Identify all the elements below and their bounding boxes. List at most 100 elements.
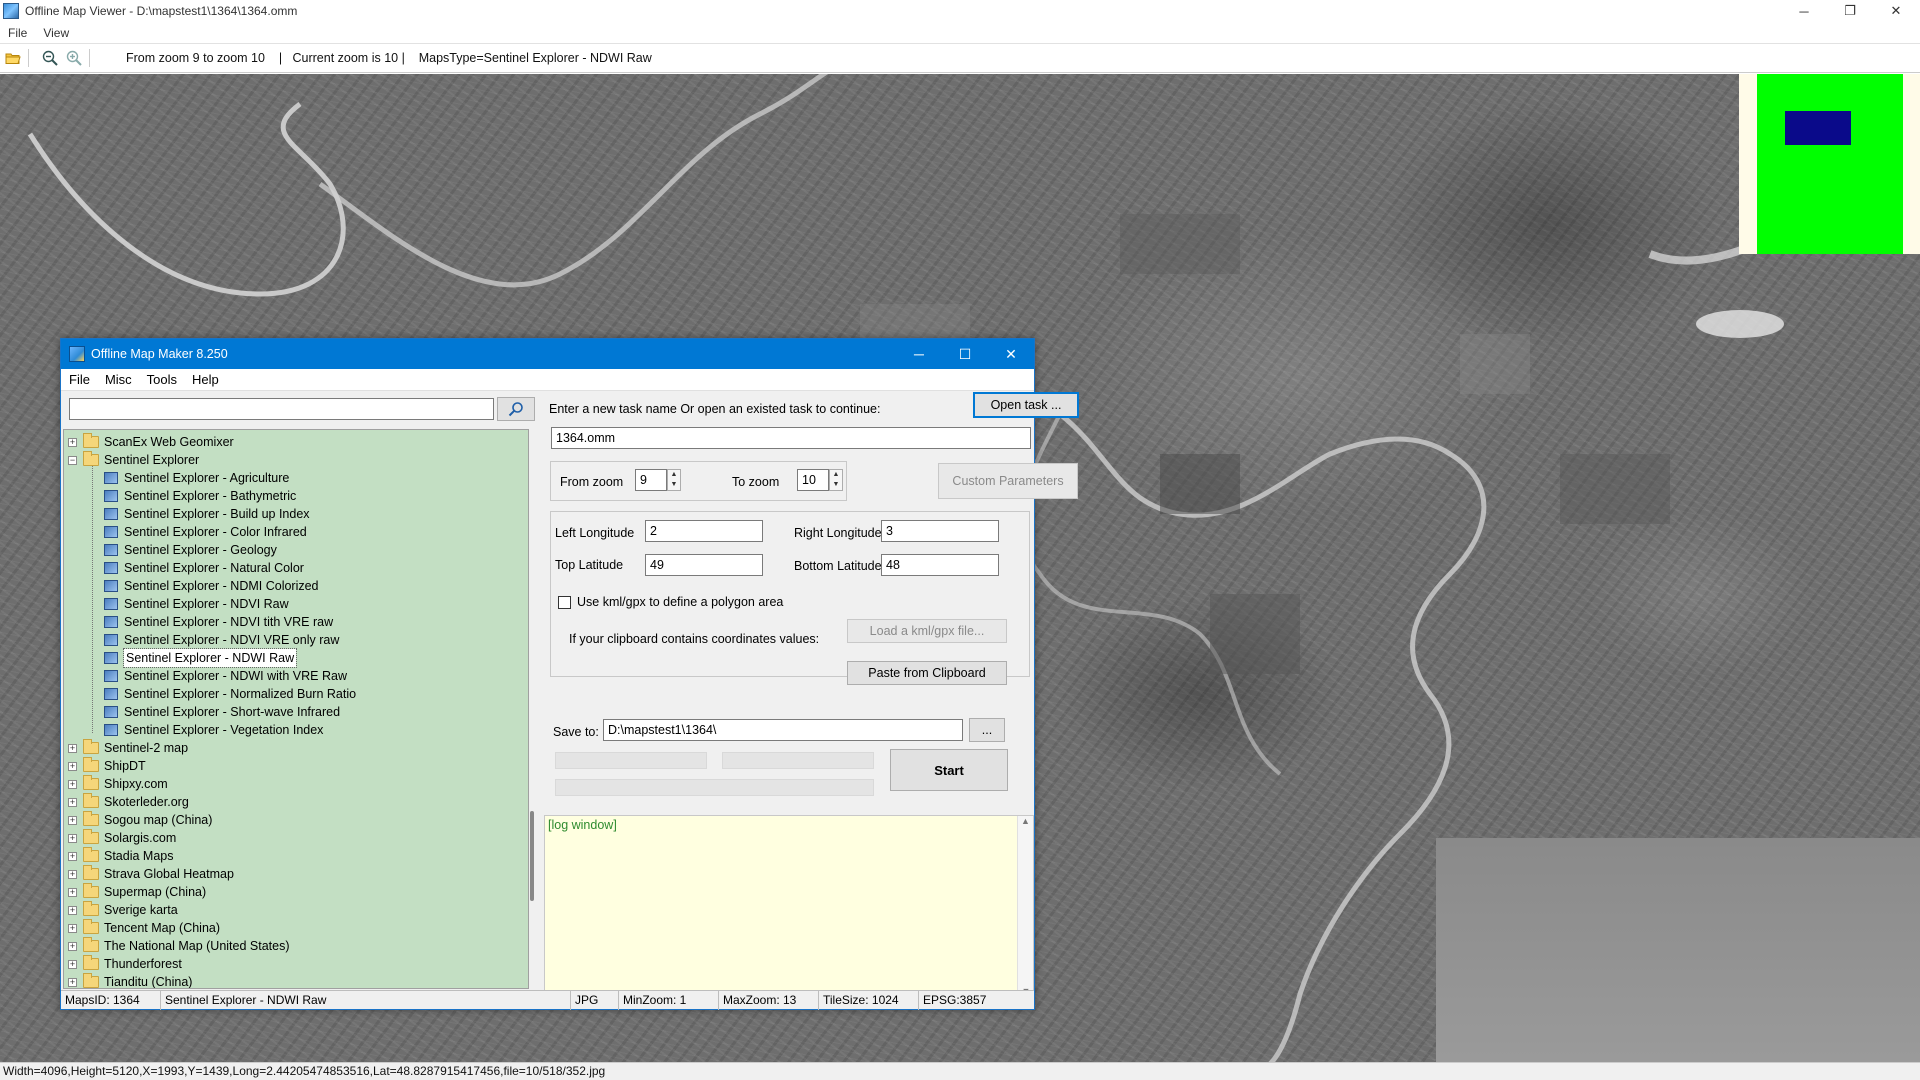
spin-down-icon[interactable]: ▼: [830, 480, 842, 490]
tree-map-item[interactable]: Sentinel Explorer - NDVI Raw: [104, 595, 289, 613]
tree-map-item[interactable]: Sentinel Explorer - NDVI tith VRE raw: [104, 613, 333, 631]
tree-folder-item[interactable]: − Sentinel Explorer: [68, 451, 199, 469]
to-zoom-input[interactable]: 10: [797, 469, 829, 491]
expand-icon[interactable]: +: [68, 815, 77, 825]
expand-icon[interactable]: +: [68, 743, 77, 753]
from-zoom-input[interactable]: 9: [635, 469, 667, 491]
tree-folder-item[interactable]: + ShipDT: [68, 757, 146, 775]
expand-icon[interactable]: +: [68, 761, 77, 771]
tree-map-item[interactable]: Sentinel Explorer - Bathymetric: [104, 487, 296, 505]
dialog-maximize-button[interactable]: ☐: [942, 339, 988, 369]
menu-tools[interactable]: Tools: [147, 372, 177, 387]
minimize-button[interactable]: ─: [1781, 0, 1827, 22]
tree-folder-item[interactable]: + Strava Global Heatmap: [68, 865, 234, 883]
tree-folder-item[interactable]: + Tencent Map (China): [68, 919, 220, 937]
tree-map-item[interactable]: Sentinel Explorer - Natural Color: [104, 559, 304, 577]
tree-map-item[interactable]: Sentinel Explorer - Color Infrared: [104, 523, 307, 541]
dialog-minimize-button[interactable]: ─: [896, 339, 942, 369]
tree-map-item[interactable]: Sentinel Explorer - Vegetation Index: [104, 721, 323, 739]
tree-scrollbar[interactable]: [530, 811, 534, 901]
expand-icon[interactable]: +: [68, 851, 77, 861]
tree-folder-item[interactable]: + Sogou map (China): [68, 811, 212, 829]
close-button[interactable]: ✕: [1873, 0, 1919, 22]
menu-misc[interactable]: Misc: [105, 372, 132, 387]
left-longitude-input[interactable]: 2: [645, 520, 763, 542]
expand-icon[interactable]: +: [68, 977, 77, 987]
tree-map-item[interactable]: Sentinel Explorer - NDWI with VRE Raw: [104, 667, 347, 685]
expand-icon[interactable]: +: [68, 437, 77, 447]
task-name-input[interactable]: 1364.omm: [551, 427, 1031, 449]
custom-parameters-button[interactable]: Custom Parameters: [938, 463, 1078, 499]
search-input[interactable]: [69, 398, 494, 420]
tree-folder-item[interactable]: + Thunderforest: [68, 955, 182, 973]
to-zoom-stepper[interactable]: ▲ ▼: [829, 469, 843, 491]
expand-icon[interactable]: +: [68, 797, 77, 807]
tree-folder-item[interactable]: + Supermap (China): [68, 883, 206, 901]
bottom-latitude-input[interactable]: 48: [881, 554, 999, 576]
tree-item-label: Sentinel Explorer - NDVI VRE only raw: [124, 633, 340, 647]
spin-up-icon[interactable]: ▲: [668, 470, 680, 480]
tree-map-item[interactable]: Sentinel Explorer - Geology: [104, 541, 277, 559]
start-button[interactable]: Start: [890, 749, 1008, 791]
restore-button[interactable]: ❐: [1827, 0, 1873, 22]
menu-file[interactable]: File: [8, 26, 27, 40]
map-source-tree[interactable]: + ScanEx Web Geomixer − Sentinel Explorer Se…: [63, 429, 529, 989]
progress-bar-2: [722, 752, 874, 769]
expand-icon[interactable]: +: [68, 923, 77, 933]
from-zoom-stepper[interactable]: ▲ ▼: [667, 469, 681, 491]
right-longitude-input[interactable]: 3: [881, 520, 999, 542]
zoom-out-icon[interactable]: [39, 47, 61, 69]
tree-folder-item[interactable]: + Stadia Maps: [68, 847, 173, 865]
open-task-button[interactable]: Open task ...: [973, 392, 1079, 418]
tree-map-item[interactable]: Sentinel Explorer - Short-wave Infrared: [104, 703, 340, 721]
tree-item-label: Tencent Map (China): [104, 921, 221, 935]
search-button[interactable]: [497, 397, 535, 421]
tree-map-item[interactable]: Sentinel Explorer - Normalized Burn Rati…: [104, 685, 356, 703]
tree-map-item[interactable]: Sentinel Explorer - NDWI Raw: [104, 648, 298, 668]
dialog-titlebar[interactable]: Offline Map Maker 8.250 ─ ☐ ✕: [61, 339, 1034, 369]
tree-folder-item[interactable]: + Skoterleder.org: [68, 793, 189, 811]
zoom-in-icon[interactable]: [63, 47, 85, 69]
expand-icon[interactable]: +: [68, 959, 77, 969]
save-path-input[interactable]: D:\mapstest1\1364\: [603, 719, 963, 741]
expand-icon[interactable]: +: [68, 887, 77, 897]
scroll-up-icon[interactable]: ▲: [1018, 816, 1033, 826]
tree-map-item[interactable]: Sentinel Explorer - Build up Index: [104, 505, 310, 523]
tree-map-item[interactable]: Sentinel Explorer - NDMI Colorized: [104, 577, 319, 595]
tree-folder-item[interactable]: + Sverige karta: [68, 901, 178, 919]
tree-folder-item[interactable]: + ScanEx Web Geomixer: [68, 433, 234, 451]
spin-down-icon[interactable]: ▼: [668, 480, 680, 490]
log-scrollbar[interactable]: ▲ ▼: [1017, 816, 1033, 996]
use-kml-checkbox[interactable]: [558, 596, 571, 609]
overview-viewport-indicator[interactable]: [1785, 111, 1851, 145]
menu-view[interactable]: View: [43, 26, 69, 40]
overview-minimap[interactable]: [1739, 74, 1920, 254]
paste-from-clipboard-button[interactable]: Paste from Clipboard: [847, 661, 1007, 685]
top-latitude-input[interactable]: 49: [645, 554, 763, 576]
tree-folder-item[interactable]: + Solargis.com: [68, 829, 176, 847]
tree-folder-item[interactable]: + The National Map (United States): [68, 937, 290, 955]
tree-folder-item[interactable]: + Shipxy.com: [68, 775, 168, 793]
tree-map-item[interactable]: Sentinel Explorer - Agriculture: [104, 469, 289, 487]
dialog-close-button[interactable]: ✕: [988, 339, 1034, 369]
spin-up-icon[interactable]: ▲: [830, 470, 842, 480]
expand-icon[interactable]: +: [68, 941, 77, 951]
log-window[interactable]: [log window] ▲ ▼: [544, 815, 1034, 997]
tree-item-label: Sentinel Explorer - NDVI tith VRE raw: [124, 615, 334, 629]
load-kml-button[interactable]: Load a kml/gpx file...: [847, 619, 1007, 643]
tree-folder-item[interactable]: + Sentinel-2 map: [68, 739, 188, 757]
tree-folder-item[interactable]: + Tianditu (China): [68, 973, 192, 988]
menu-help[interactable]: Help: [192, 372, 219, 387]
open-folder-icon[interactable]: [2, 47, 24, 69]
log-text: [log window]: [548, 818, 617, 832]
expand-icon[interactable]: +: [68, 905, 77, 915]
viewer-title: Offline Map Viewer - D:\mapstest1\1364\1…: [25, 4, 298, 18]
expand-icon[interactable]: +: [68, 869, 77, 879]
collapse-icon[interactable]: −: [68, 455, 77, 465]
menu-file[interactable]: File: [69, 372, 90, 387]
expand-icon[interactable]: +: [68, 833, 77, 843]
expand-icon[interactable]: +: [68, 779, 77, 789]
tree-map-item[interactable]: Sentinel Explorer - NDVI VRE only raw: [104, 631, 339, 649]
browse-button[interactable]: ...: [969, 718, 1005, 742]
progress-bar-1: [555, 752, 707, 769]
